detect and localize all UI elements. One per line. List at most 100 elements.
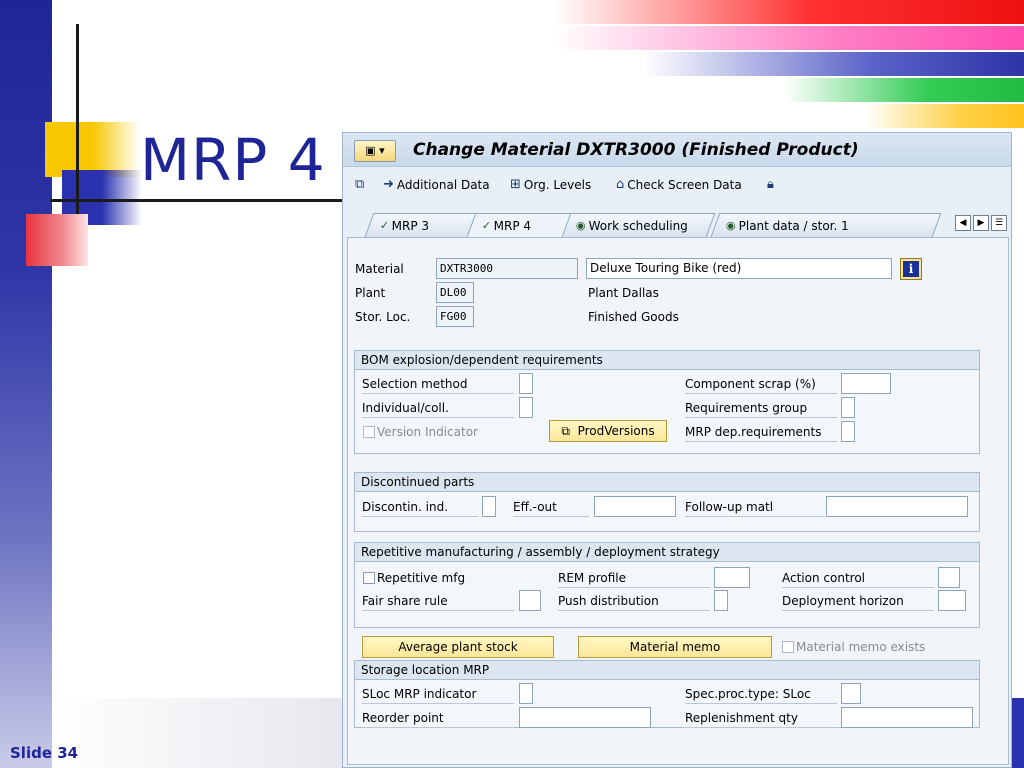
spec-proc-type-field[interactable] [841, 683, 861, 704]
eff-out-field[interactable] [594, 496, 676, 517]
material-description-field[interactable]: Deluxe Touring Bike (red) [586, 258, 892, 279]
lock-button[interactable]: 🔒︎ [767, 177, 774, 192]
reorder-point-label: Reorder point [362, 711, 514, 728]
component-scrap-field[interactable] [841, 373, 891, 394]
tab-status-icon: ◉ [725, 219, 736, 232]
checkbox-box [363, 572, 375, 584]
action-control-label: Action control [782, 571, 934, 588]
slide-bottom-right-bar [1010, 698, 1024, 768]
discontin-ind-label: Discontin. ind. [362, 500, 478, 517]
check-screen-data-button[interactable]: ⌂ Check Screen Data [616, 177, 742, 192]
repetitive-mfg-label: Repetitive mfg [377, 571, 466, 585]
org-levels-label: Org. Levels [523, 177, 592, 192]
sap-title-bar: ▣ ▾ Change Material DXTR3000 (Finished P… [343, 133, 1011, 167]
tab-plant-data-stor-1[interactable]: ◉ Plant data / stor. 1 [710, 213, 942, 237]
individual-coll-field[interactable] [519, 397, 533, 418]
deployment-horizon-field[interactable] [938, 590, 966, 611]
replenishment-qty-field[interactable] [841, 707, 973, 728]
replenishment-qty-label: Replenishment qty [685, 711, 837, 728]
check-screen-data-label: Check Screen Data [627, 177, 742, 192]
slide-title: MRP 4 [140, 126, 326, 194]
mrp-dep-requirements-label: MRP dep.requirements [685, 425, 837, 442]
sap-window: ▣ ▾ Change Material DXTR3000 (Finished P… [342, 132, 1012, 768]
rem-profile-field[interactable] [714, 567, 750, 588]
requirements-group-field[interactable] [841, 397, 855, 418]
requirements-group-label: Requirements group [685, 401, 837, 418]
storage-location-mrp-group: Storage location MRP SLoc MRP indicator … [354, 660, 980, 728]
push-distribution-field[interactable] [714, 590, 728, 611]
follow-up-matl-label: Follow-up matl [685, 500, 825, 517]
slide-stripe-blue [644, 52, 1024, 76]
checkbox-box [782, 641, 794, 653]
average-plant-stock-button[interactable]: Average plant stock [362, 636, 554, 658]
tab-scroll-left-icon[interactable]: ◀ [955, 215, 971, 231]
follow-up-matl-field[interactable] [826, 496, 968, 517]
reorder-point-field[interactable] [519, 707, 651, 728]
mrp-dep-requirements-field[interactable] [841, 421, 855, 442]
spec-proc-type-label: Spec.proc.type: SLoc [685, 687, 837, 704]
version-indicator-label: Version Indicator [377, 425, 478, 439]
bom-explosion-group: BOM explosion/dependent requirements Sel… [354, 350, 980, 454]
rem-profile-label: REM profile [558, 571, 710, 588]
deployment-horizon-label: Deployment horizon [782, 594, 934, 611]
action-control-field[interactable] [938, 567, 960, 588]
slide-left-bar [0, 0, 52, 768]
prodversions-button[interactable]: ⧉ ProdVersions [549, 420, 667, 442]
application-toolbar: ⧉ ➜ Additional Data ⊞ Org. Levels ⌂ Chec… [343, 169, 1011, 201]
repetitive-mfg-checkbox[interactable]: Repetitive mfg [363, 571, 465, 585]
fair-share-rule-field[interactable] [519, 590, 541, 611]
repetitive-manufacturing-group: Repetitive manufacturing / assembly / de… [354, 542, 980, 628]
info-button[interactable]: i [900, 258, 922, 280]
menu-icon[interactable]: ▣ ▾ [354, 140, 396, 162]
arrow-right-icon: ➜ [383, 177, 394, 192]
material-memo-button[interactable]: Material memo [578, 636, 772, 658]
tab-mrp-4[interactable]: ✓ MRP 4 [466, 213, 572, 237]
slide-square-red [26, 214, 88, 266]
tab-status-icon: ✓ [379, 219, 390, 232]
tab-panel: Material DXTR3000 Deluxe Touring Bike (r… [347, 237, 1009, 765]
tab-scroll-right-icon[interactable]: ▶ [973, 215, 989, 231]
org-levels-button[interactable]: ⊞ Org. Levels [510, 177, 591, 192]
selection-method-label: Selection method [362, 377, 514, 394]
stor-loc-label: Stor. Loc. [355, 310, 411, 324]
tab-mrp-3[interactable]: ✓ MRP 3 [364, 213, 478, 237]
slide-bottom-band [52, 698, 352, 768]
tab-label: Work scheduling [588, 218, 688, 233]
slide-horizontal-line [50, 199, 350, 202]
plant-description: Plant Dallas [588, 286, 659, 300]
prodversions-label: ProdVersions [577, 424, 655, 438]
slide-stripe-green [784, 78, 1024, 102]
component-scrap-label: Component scrap (%) [685, 377, 837, 394]
bom-group-title: BOM explosion/dependent requirements [355, 351, 979, 370]
fair-share-rule-label: Fair share rule [362, 594, 514, 611]
additional-data-button[interactable]: ➜ Additional Data [383, 177, 490, 192]
material-memo-exists-label: Material memo exists [796, 640, 926, 654]
slide-square-yellow [45, 122, 140, 177]
push-distribution-label: Push distribution [558, 594, 710, 611]
plant-label: Plant [355, 286, 386, 300]
slide-stripe-yellow [864, 104, 1024, 128]
slide-stripe-pink [554, 26, 1024, 50]
plant-field: DL00 [436, 282, 474, 303]
tab-navigation: ◀ ▶ ☰ [955, 215, 1007, 231]
additional-data-label: Additional Data [396, 177, 490, 192]
material-memo-exists-checkbox: Material memo exists [782, 640, 925, 654]
window-title: Change Material DXTR3000 (Finished Produ… [413, 140, 859, 160]
version-indicator-checkbox: Version Indicator [363, 425, 478, 439]
slide-vertical-line [76, 24, 79, 214]
selection-method-field[interactable] [519, 373, 533, 394]
tab-status-icon: ✓ [481, 219, 492, 232]
repetitive-group-title: Repetitive manufacturing / assembly / de… [355, 543, 979, 562]
stor-loc-description: Finished Goods [588, 310, 679, 324]
prodversions-icon: ⧉ [561, 424, 570, 438]
org-hierarchy-icon: ⊞ [510, 177, 521, 192]
tab-list-icon[interactable]: ☰ [991, 215, 1007, 231]
tab-strip: ✓ MRP 3 ✓ MRP 4 ◉ Work scheduling ◉ Plan… [343, 213, 1011, 237]
tab-work-scheduling[interactable]: ◉ Work scheduling [560, 213, 716, 237]
display-change-button[interactable]: ⧉ [355, 177, 364, 192]
discontin-ind-field[interactable] [482, 496, 496, 517]
tab-status-icon: ◉ [575, 219, 586, 232]
sloc-mrp-indicator-field[interactable] [519, 683, 533, 704]
stor-loc-field: FG00 [436, 306, 474, 327]
storage-group-title: Storage location MRP [355, 661, 979, 680]
